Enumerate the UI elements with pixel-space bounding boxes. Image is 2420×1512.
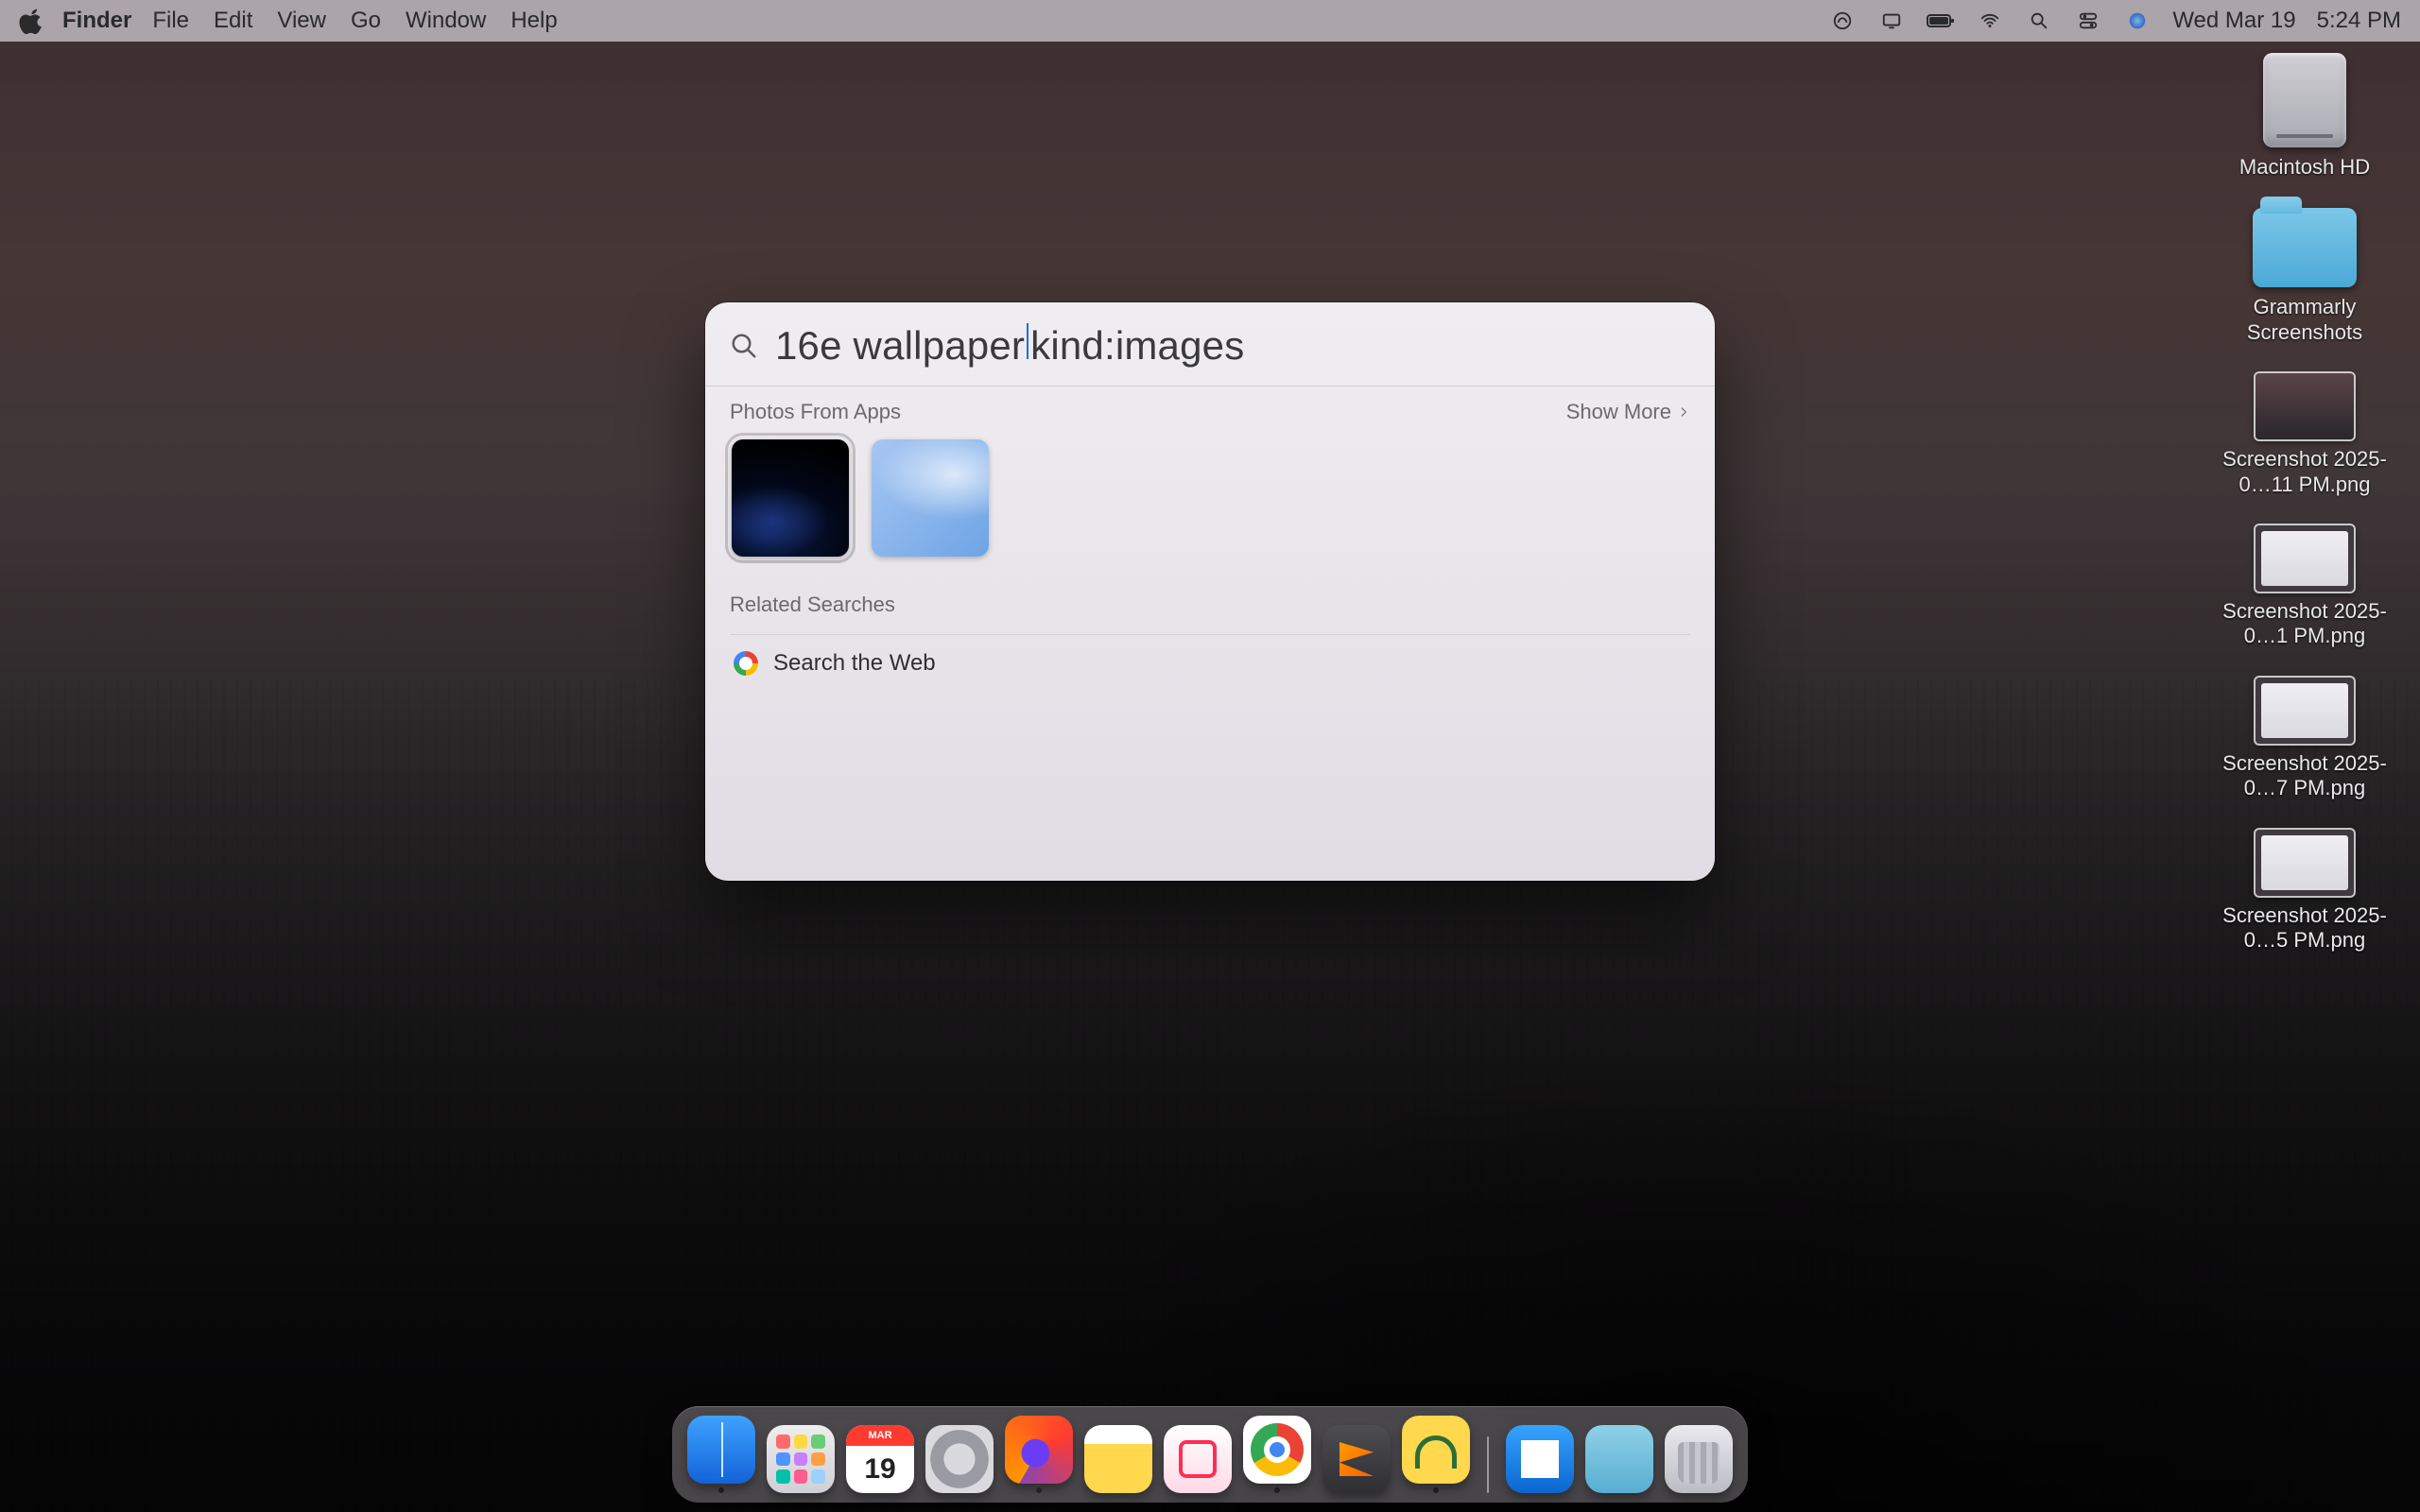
menu-bar: Finder File Edit View Go Window Help Wed… [0, 0, 2420, 42]
dock-firefox[interactable] [1005, 1416, 1073, 1493]
dock-finder[interactable] [687, 1416, 755, 1493]
desktop-screenshot-4[interactable]: Screenshot 2025-0…5 PM.png [2216, 830, 2394, 954]
disk-icon [2263, 53, 2346, 147]
menu-file[interactable]: File [152, 8, 189, 34]
battery-status-icon[interactable] [1927, 10, 1955, 31]
dock-calendar[interactable]: MAR19 [846, 1425, 914, 1493]
apple-menu-icon[interactable] [19, 8, 45, 34]
dock-basecamp[interactable] [1402, 1416, 1470, 1493]
folder-icon [2253, 208, 2357, 287]
dock-separator [1487, 1436, 1489, 1493]
disk-label: Macintosh HD [2239, 155, 2370, 180]
spotlight-search-input[interactable]: 16e wallpaper kind:images [775, 323, 1244, 369]
screenshot-label: Screenshot 2025-0…7 PM.png [2216, 751, 2394, 801]
folder-label: Grammarly Screenshots [2216, 295, 2394, 345]
calendar-month: MAR [846, 1425, 914, 1446]
show-more-button[interactable]: Show More [1566, 400, 1690, 424]
query-after-caret: kind:images [1030, 323, 1244, 369]
desktop-screenshot-2[interactable]: Screenshot 2025-0…1 PM.png [2216, 525, 2394, 649]
menu-time[interactable]: 5:24 PM [2317, 8, 2401, 34]
dock-chrome[interactable] [1243, 1416, 1311, 1493]
search-the-web-row[interactable]: Search the Web [730, 634, 1690, 692]
text-caret [1027, 323, 1028, 359]
query-before-caret: 16e wallpaper [775, 323, 1025, 369]
chevron-right-icon [1677, 405, 1690, 419]
spotlight-search-row[interactable]: 16e wallpaper kind:images [705, 302, 1715, 386]
section-title: Related Searches [730, 593, 895, 617]
dock-appstore[interactable] [1506, 1425, 1574, 1493]
screenshot-label: Screenshot 2025-0…5 PM.png [2216, 903, 2394, 954]
desktop-screenshot-1[interactable]: Screenshot 2025-0…11 PM.png [2216, 373, 2394, 497]
image-thumb-icon [2256, 830, 2354, 896]
spotlight-status-icon[interactable] [2025, 10, 2053, 31]
spotlight-window: 16e wallpaper kind:images Photos From Ap… [705, 302, 1715, 881]
chrome-favicon-icon [734, 651, 758, 676]
image-thumb-icon [2256, 678, 2354, 744]
search-icon [730, 332, 758, 360]
menu-help[interactable]: Help [510, 8, 557, 34]
section-related-searches: Related Searches [705, 579, 1715, 617]
menu-date[interactable]: Wed Mar 19 [2172, 8, 2295, 34]
menu-view[interactable]: View [277, 8, 326, 34]
dock-notes[interactable] [1084, 1425, 1152, 1493]
menu-edit[interactable]: Edit [214, 8, 252, 34]
result-thumb-2[interactable] [872, 439, 989, 557]
basecamp-status-icon[interactable] [1828, 10, 1857, 31]
control-center-icon[interactable] [2074, 10, 2102, 31]
search-the-web-label: Search the Web [773, 650, 936, 677]
screenshot-label: Screenshot 2025-0…11 PM.png [2216, 447, 2394, 497]
section-title: Photos From Apps [730, 400, 901, 424]
display-status-icon[interactable] [1877, 10, 1906, 31]
siri-status-icon[interactable] [2123, 10, 2152, 31]
section-photos-from-apps: Photos From Apps Show More [705, 387, 1715, 579]
dock-trash[interactable] [1665, 1425, 1733, 1493]
result-thumb-1[interactable] [732, 439, 849, 557]
dock-sublime[interactable] [1322, 1425, 1391, 1493]
menu-window[interactable]: Window [406, 8, 486, 34]
dock-downloads[interactable] [1585, 1425, 1653, 1493]
dock-launchpad[interactable] [767, 1425, 835, 1493]
desktop-folder[interactable]: Grammarly Screenshots [2216, 208, 2394, 345]
calendar-day: 19 [846, 1446, 914, 1493]
show-more-label: Show More [1566, 400, 1671, 424]
image-thumb-icon [2256, 525, 2354, 592]
desktop-screenshot-3[interactable]: Screenshot 2025-0…7 PM.png [2216, 678, 2394, 801]
wifi-status-icon[interactable] [1976, 10, 2004, 31]
dock-settings[interactable] [925, 1425, 994, 1493]
image-thumb-icon [2256, 373, 2354, 439]
menu-go[interactable]: Go [351, 8, 381, 34]
menu-app-name[interactable]: Finder [62, 8, 131, 34]
dock-app-generic[interactable] [1164, 1425, 1232, 1493]
dock: MAR19 [672, 1406, 1748, 1503]
screenshot-label: Screenshot 2025-0…1 PM.png [2216, 599, 2394, 649]
desktop-icons: Macintosh HD Grammarly Screenshots Scree… [2216, 53, 2394, 953]
desktop-disk[interactable]: Macintosh HD [2216, 53, 2394, 180]
